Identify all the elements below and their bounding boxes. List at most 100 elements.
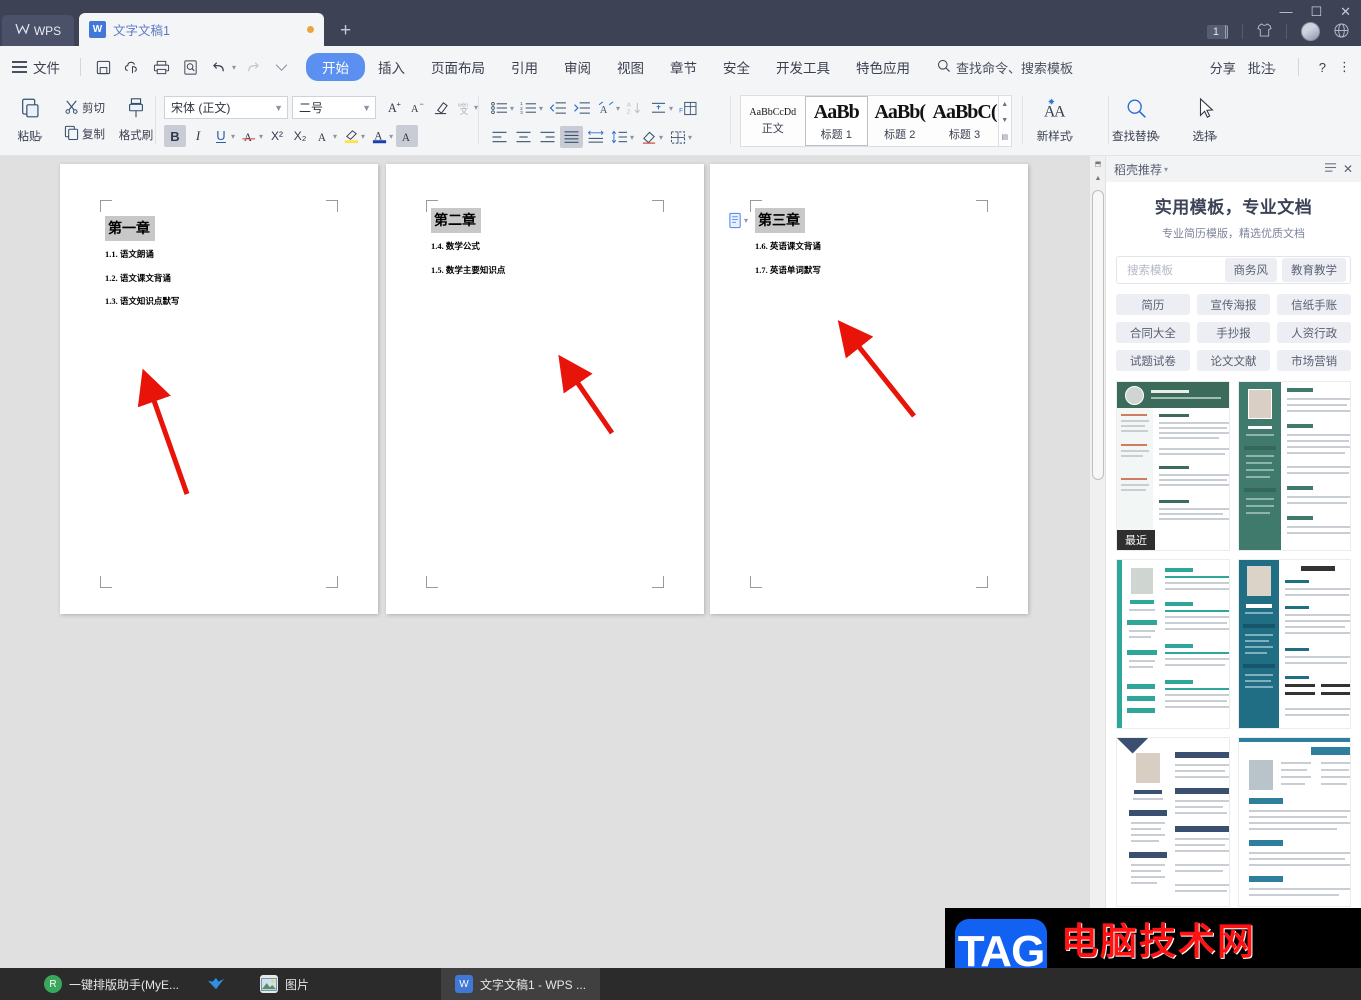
table-grid-button[interactable]: F [676,97,699,119]
share-button[interactable]: 分享 [1210,58,1236,77]
subscript-button[interactable]: X₂ [289,125,311,147]
strikethrough-button[interactable]: A [238,125,260,147]
more-options-button[interactable]: ⋮ [1338,59,1351,75]
tag-handwritten-news[interactable]: 手抄报 [1196,322,1271,343]
tab-review[interactable]: 审阅 [551,53,604,81]
document-canvas[interactable]: 第一章 1.1. 语文朗诵 1.2. 语文课文背诵 1.3. 语文知识点默写 第… [0,156,1105,968]
new-tab-button[interactable]: + [340,21,351,40]
close-button[interactable]: ✕ [1340,4,1351,20]
section-heading[interactable]: 1.2. 语文课文背诵 [105,272,171,284]
section-heading[interactable]: 1.3. 语文知识点默写 [105,295,179,307]
taskbar-item-unknown-app[interactable] [193,968,246,1000]
undo-dropdown-icon[interactable]: ▾ [232,63,236,72]
chapter-heading[interactable]: 第三章 [755,208,805,233]
italic-button[interactable]: I [187,125,209,147]
wps-home-button[interactable]: WPS [2,15,74,46]
char-border-button[interactable]: A [312,125,334,147]
scrollbar-buttons[interactable]: ⬒ ▲ [1090,156,1106,186]
format-painter-button[interactable]: 格式刷 [115,96,157,143]
command-search[interactable]: 查找命令、搜索模板 [937,58,1073,77]
tag-poster[interactable]: 宣传海报 [1196,294,1271,315]
chapter-heading[interactable]: 第二章 [431,208,481,233]
template-thumbnail[interactable]: 最近 [1116,381,1230,551]
tab-security[interactable]: 安全 [710,53,763,81]
shrink-font-button[interactable]: A − [407,97,429,119]
borders-button[interactable] [666,126,689,148]
user-avatar[interactable] [1301,22,1320,41]
chapter-heading[interactable]: 第一章 [105,216,155,241]
section-heading[interactable]: 1.5. 数学主要知识点 [431,264,505,276]
tab-page-layout[interactable]: 页面布局 [418,53,498,81]
decrease-indent-button[interactable] [546,97,569,119]
template-thumbnail[interactable] [1237,737,1351,907]
scrollbar-thumb[interactable] [1092,190,1104,480]
template-thumbnail[interactable] [1116,559,1230,729]
scroll-up-icon[interactable]: ▲ [1095,175,1102,182]
font-size-input[interactable]: 二号 ▼ [292,96,376,119]
comment-button[interactable]: 批注▾ [1248,58,1278,77]
increase-indent-button[interactable] [570,97,593,119]
panel-dropdown-icon[interactable]: ▾ [1164,165,1168,174]
bold-button[interactable]: B [164,125,186,147]
template-search-input[interactable]: 搜索模板 [1121,262,1220,278]
page-count-chip[interactable]: 1 [1206,24,1228,39]
line-spacing-button[interactable] [608,126,631,148]
highlight-button[interactable] [340,125,362,147]
template-thumbnail[interactable] [1116,737,1230,907]
search-pill-business[interactable]: 商务风 [1224,258,1277,282]
tab-featured-apps[interactable]: 特色应用 [843,53,923,81]
panel-close-button[interactable]: ✕ [1343,162,1353,176]
taskbar-item-wps-writer[interactable]: W 文字文稿1 - WPS ... [441,968,601,1000]
scroll-down-icon[interactable]: ▼ [1001,117,1008,124]
tab-insert[interactable]: 插入 [365,53,418,81]
borders-dropdown-icon[interactable]: ▾ [688,133,692,142]
align-left-button[interactable] [488,126,511,148]
numbering-dropdown-icon[interactable]: ▾ [539,104,543,113]
split-view-icon[interactable]: ⬒ [1095,160,1102,168]
maximize-button[interactable]: ☐ [1310,4,1322,20]
document-page-3[interactable]: ▾ 第三章 1.6. 英语课文背诵 1.7. 英语单词默写 [710,164,1028,614]
section-heading[interactable]: 1.7. 英语单词默写 [755,264,821,276]
section-heading[interactable]: 1.6. 英语课文背诵 [755,240,821,252]
align-right-button[interactable] [536,126,559,148]
help-button[interactable]: ? [1319,60,1326,75]
new-style-button[interactable]: AA 新样式▾ [1030,97,1082,144]
strikethrough-dropdown-icon[interactable]: ▾ [259,132,263,141]
tab-view[interactable]: 视图 [604,53,657,81]
bullets-dropdown-icon[interactable]: ▾ [510,104,514,113]
superscript-button[interactable]: X² [266,125,288,147]
show-marks-button[interactable] [647,97,670,119]
tab-references[interactable]: 引用 [498,53,551,81]
print-preview-icon[interactable] [176,54,205,80]
cloud-sync-icon[interactable] [118,54,147,80]
style-item-normal[interactable]: AaBbCcDd 正文 [741,96,805,146]
menu-hamburger-icon[interactable] [12,61,27,73]
char-shading-button[interactable]: A [396,125,419,147]
shading-dropdown-icon[interactable]: ▾ [659,133,663,142]
taskbar-item-pictures[interactable]: 图片 [246,968,323,1000]
style-item-heading-2[interactable]: AaBb( 标题 2 [868,96,932,146]
document-page-2[interactable]: 第二章 1.4. 数学公式 1.5. 数学主要知识点 [386,164,704,614]
customize-quick-access-icon[interactable] [267,54,296,80]
tab-sections[interactable]: 章节 [657,53,710,81]
template-thumbnail[interactable] [1237,559,1351,729]
font-color-button[interactable]: A [368,125,390,147]
find-replace-button[interactable]: 查找替换▾ [1106,97,1168,144]
line-spacing-dropdown-icon[interactable]: ▾ [630,133,634,142]
pinyin-guide-button[interactable]: wén 文 [453,97,475,119]
gallery-expand-icon[interactable]: ▤ [1001,133,1008,141]
taskbar-item-typesetting-helper[interactable]: R 一键排版助手(MyE... [30,968,193,1000]
tag-resume[interactable]: 简历 [1116,294,1190,315]
panel-list-icon[interactable] [1324,162,1339,176]
vertical-scrollbar[interactable]: ⬒ ▲ [1089,156,1105,968]
document-tab[interactable]: W 文字文稿1 [79,13,324,46]
paste-options-button[interactable]: ▾ [728,212,750,229]
style-item-heading-3[interactable]: AaBbC( 标题 3 [932,96,998,146]
scroll-up-icon[interactable]: ▲ [1001,101,1008,108]
template-thumbnail[interactable] [1237,381,1351,551]
undo-icon[interactable] [205,54,234,80]
numbering-button[interactable]: 123 [517,97,540,119]
styles-gallery-scroll[interactable]: ▲ ▼ ▤ [997,96,1012,146]
cut-button[interactable]: 剪切 [64,99,105,117]
grow-font-button[interactable]: A + [384,97,406,119]
